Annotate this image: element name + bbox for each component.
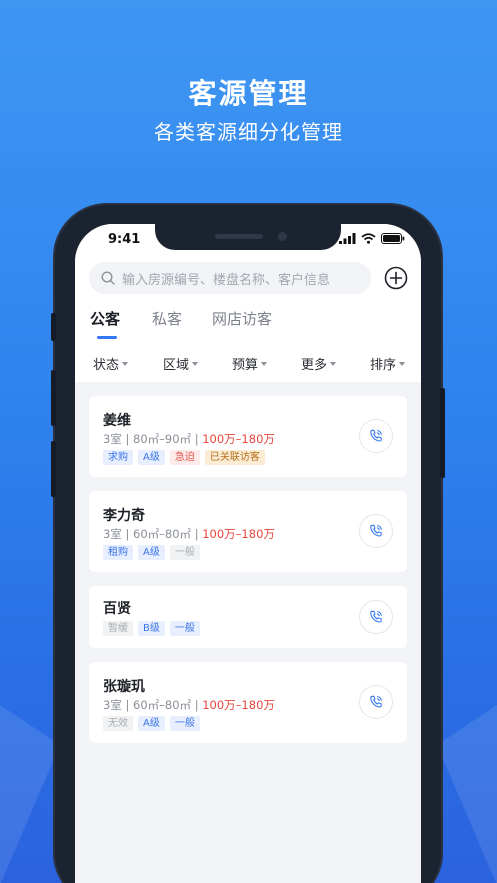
phone-icon (370, 695, 382, 708)
add-icon[interactable] (384, 266, 408, 290)
area: 60㎡–80㎡ (133, 698, 192, 712)
chevron-down-icon (192, 362, 199, 366)
signal-icon (339, 233, 356, 244)
customer-card[interactable]: 张璇玑 3室 | 60㎡–80㎡ | 100万–180万 无效 A级 一般 (89, 662, 407, 743)
tag: 暂缓 (103, 621, 133, 636)
filter-region[interactable]: 区域 (163, 354, 199, 373)
banner-subtitle: 各类客源细分化管理 (154, 120, 343, 144)
call-button[interactable] (359, 419, 393, 453)
filter-label: 预算 (232, 358, 259, 373)
battery-icon (381, 233, 405, 244)
phone-icon (370, 610, 382, 623)
tag: 求购 (103, 450, 133, 465)
area: 80㎡–90㎡ (133, 432, 192, 446)
customer-card[interactable]: 姜维 3室 | 80㎡–90㎡ | 100万–180万 求购 A级 急迫 已关联… (89, 396, 407, 477)
tag-list: 求购 A级 急迫 已关联访客 (103, 450, 265, 465)
tag: 急迫 (169, 450, 200, 465)
status-icons (339, 233, 405, 244)
tab-indicator (97, 336, 117, 339)
price: 100万–180万 (202, 527, 275, 541)
speaker (215, 234, 263, 239)
phone-notch (155, 224, 341, 250)
rooms: 3室 (103, 432, 122, 446)
filter-bar: 状态 区域 预算 更多 排序 (75, 354, 421, 376)
phone-icon (370, 429, 382, 442)
chevron-down-icon (330, 362, 337, 366)
phone-screen: 9:41 输入房源编号、楼盘名称、客户信息 公客 私客 网店访客 状态 区域 预… (75, 224, 421, 883)
customer-requirements: 3室 | 60㎡–80㎡ | 100万–180万 (103, 698, 275, 712)
background-decoration-left (0, 705, 60, 883)
wifi-icon (361, 233, 376, 244)
phone-icon (370, 524, 382, 537)
camera (278, 232, 287, 241)
background-decoration-right (437, 705, 497, 883)
tag: A级 (138, 545, 165, 560)
filter-status[interactable]: 状态 (93, 354, 129, 373)
tag: A级 (138, 450, 165, 465)
customer-name: 李力奇 (103, 508, 145, 524)
filter-label: 更多 (301, 358, 328, 373)
search-input[interactable]: 输入房源编号、楼盘名称、客户信息 (89, 262, 371, 294)
tag-list: 暂缓 B级 一般 (103, 621, 200, 636)
tab-store-visitors[interactable]: 网店访客 (212, 308, 272, 329)
call-button[interactable] (359, 685, 393, 719)
tag: 无效 (103, 716, 133, 731)
phone-volume-up (51, 370, 56, 426)
rooms: 3室 (103, 698, 122, 712)
call-button[interactable] (359, 600, 393, 634)
customer-requirements: 3室 | 60㎡–80㎡ | 100万–180万 (103, 527, 275, 541)
area: 60㎡–80㎡ (133, 527, 192, 541)
price: 100万–180万 (202, 432, 275, 446)
filter-sort[interactable]: 排序 (370, 354, 406, 373)
filter-budget[interactable]: 预算 (232, 354, 268, 373)
customer-name: 百贤 (103, 601, 131, 617)
filter-more[interactable]: 更多 (301, 354, 337, 373)
tab-private-customers[interactable]: 私客 (152, 308, 182, 329)
customer-name: 张璇玑 (103, 679, 145, 695)
tag: 一般 (169, 716, 200, 731)
customer-name: 姜维 (103, 413, 131, 429)
chevron-down-icon (399, 362, 406, 366)
phone-side-button (51, 313, 56, 341)
customer-card[interactable]: 李力奇 3室 | 60㎡–80㎡ | 100万–180万 租购 A级 一般 (89, 491, 407, 572)
tag: A级 (138, 716, 165, 731)
banner-title: 客源管理 (188, 77, 309, 110)
price: 100万–180万 (202, 698, 275, 712)
tab-public-customers[interactable]: 公客 (90, 308, 120, 329)
filter-label: 排序 (370, 358, 397, 373)
customer-card[interactable]: 百贤 暂缓 B级 一般 (89, 586, 407, 648)
tag: 租购 (103, 545, 133, 560)
filter-label: 区域 (163, 358, 190, 373)
tag: 已关联访客 (204, 450, 265, 465)
filter-label: 状态 (93, 358, 120, 373)
tag: 一般 (169, 545, 200, 560)
phone-volume-down (51, 441, 56, 497)
search-icon (101, 271, 115, 285)
call-button[interactable] (359, 514, 393, 548)
tag: 一般 (169, 621, 200, 636)
search-placeholder: 输入房源编号、楼盘名称、客户信息 (122, 272, 331, 288)
customer-requirements: 3室 | 80㎡–90㎡ | 100万–180万 (103, 432, 275, 446)
tag: B级 (138, 621, 165, 636)
tag-list: 租购 A级 一般 (103, 545, 200, 560)
tag-list: 无效 A级 一般 (103, 716, 200, 731)
rooms: 3室 (103, 527, 122, 541)
status-time: 9:41 (108, 232, 141, 247)
phone-power-button (440, 388, 445, 478)
chevron-down-icon (261, 362, 268, 366)
chevron-down-icon (122, 362, 129, 366)
